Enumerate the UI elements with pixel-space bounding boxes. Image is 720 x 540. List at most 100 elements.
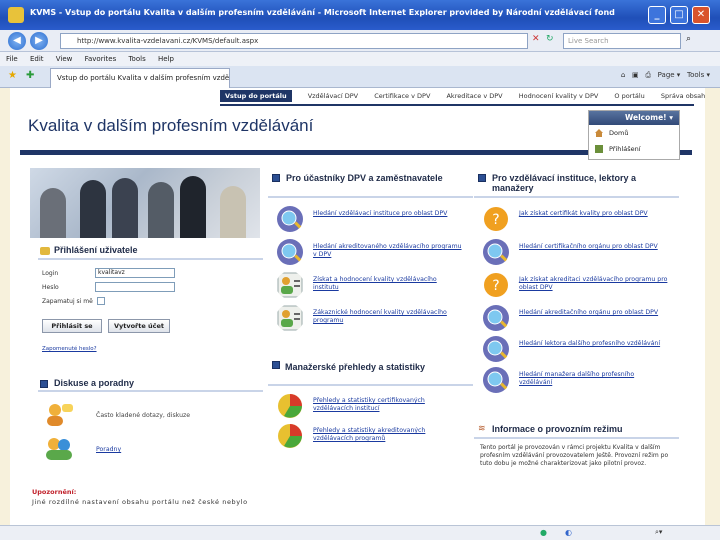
search-program-icon xyxy=(277,239,303,265)
nav-entry[interactable]: Vstup do portálu xyxy=(220,90,292,102)
institutions-heading: Pro vzdělávací instituce, lektory a mana… xyxy=(492,173,637,193)
password-input[interactable] xyxy=(95,282,175,292)
question-icon-1: ? xyxy=(484,207,508,231)
forward-icon[interactable]: ▶ xyxy=(30,32,48,50)
business-handshake-photo xyxy=(30,168,260,238)
institutions-link-4[interactable]: Hledání akreditačního orgánu pro oblast … xyxy=(519,309,669,317)
zone-icon: ◐ xyxy=(565,528,572,537)
pie-chart-icon-2 xyxy=(278,424,302,448)
pie-chart-icon xyxy=(278,394,302,418)
nav-accreditation[interactable]: Akreditace v DPV xyxy=(446,92,502,100)
participants-link-4[interactable]: Zákaznické hodnocení kvality vzdělávacíh… xyxy=(313,309,463,325)
search-lecturer-icon xyxy=(483,336,509,362)
address-bar: ◀ ▶ http://www.kvalita-vzdelavani.cz/KVM… xyxy=(0,30,720,52)
institutions-divider xyxy=(474,196,679,198)
participants-link-3[interactable]: Získat a hodnocení kvality vzdělávacího … xyxy=(313,276,463,292)
customer-rating-icon xyxy=(277,305,303,331)
minimize-button[interactable]: _ xyxy=(648,6,666,24)
status-bar: ● ◐ ⌕▾ xyxy=(0,525,720,540)
favorites-star-icon[interactable]: ★ xyxy=(8,70,17,81)
close-button[interactable]: ✕ xyxy=(692,6,710,24)
discussion-heading: Diskuse a poradny xyxy=(54,378,135,388)
login-divider xyxy=(38,258,263,260)
menu-favorites[interactable]: Favorites xyxy=(85,55,117,63)
login-button[interactable]: Přihlásit se xyxy=(42,319,102,333)
login-icon xyxy=(595,145,603,153)
discussion-divider xyxy=(38,390,263,392)
nav-about[interactable]: O portálu xyxy=(614,92,644,100)
browser-tab[interactable]: Vstup do portálu Kvalita v dalším profes… xyxy=(50,68,230,88)
nav-evaluation[interactable]: Hodnocení kvality v DPV xyxy=(519,92,599,100)
participants-divider xyxy=(268,196,473,198)
tools-menu[interactable]: Tools ▾ xyxy=(687,71,710,79)
window-titlebar: KVMS - Vstup do portálu Kvalita v dalším… xyxy=(0,0,720,30)
managers-link-1[interactable]: Přehledy a statistiky certifikovaných vz… xyxy=(313,397,463,413)
window-title: KVMS - Vstup do portálu Kvalita v dalším… xyxy=(30,8,615,17)
welcome-button[interactable]: Welcome! ▾ xyxy=(589,111,679,125)
feeds-icon[interactable]: ▣ xyxy=(632,71,639,79)
add-favorite-icon[interactable]: ✚ xyxy=(26,70,34,81)
menu-tools[interactable]: Tools xyxy=(128,55,145,63)
institutions-link-3[interactable]: Jak získat akreditaci vzdělávacího progr… xyxy=(519,276,669,292)
info-text: Tento portál je provozován v rámci proje… xyxy=(480,444,669,467)
participants-link-1[interactable]: Hledání vzdělávací instituce pro oblast … xyxy=(313,210,463,218)
house-icon xyxy=(595,129,603,137)
institutions-link-5[interactable]: Hledání lektora dalšího profesního vzděl… xyxy=(519,340,669,348)
zoom-icon[interactable]: ⌕▾ xyxy=(655,528,662,537)
institutions-link-6[interactable]: Hledání manažera dalšího profesního vzdě… xyxy=(519,371,669,387)
page-title: Kvalita v dalším profesním vzdělávání xyxy=(28,116,314,135)
welcome-menu: Welcome! ▾ Domů Přihlášení xyxy=(588,110,680,160)
url-input[interactable]: http://www.kvalita-vzdelavani.cz/KVMS/de… xyxy=(60,33,528,49)
back-icon[interactable]: ◀ xyxy=(8,32,26,50)
managers-link-2[interactable]: Přehledy a statistiky akreditovaných vzd… xyxy=(313,427,463,443)
refresh-icon[interactable]: ✕ xyxy=(532,34,540,44)
notice-label: Upozornění: xyxy=(32,488,77,496)
reload-icon[interactable]: ↻ xyxy=(546,34,554,44)
wifi-icon: ≋ xyxy=(478,424,486,434)
print-icon[interactable]: ⎙ xyxy=(645,71,651,79)
search-cert-body-icon xyxy=(483,239,509,265)
nav-admin[interactable]: Správa obsahu xyxy=(661,92,705,100)
menu-help[interactable]: Help xyxy=(158,55,174,63)
institutions-link-2[interactable]: Hledání certifikačního orgánu pro oblast… xyxy=(519,243,669,251)
question-icon-2: ? xyxy=(484,273,508,297)
remember-checkbox[interactable] xyxy=(97,297,105,305)
welcome-home[interactable]: Domů xyxy=(589,125,679,141)
nav-certification[interactable]: Certifikace v DPV xyxy=(374,92,430,100)
nav-underline xyxy=(220,104,694,106)
svg-text:?: ? xyxy=(492,278,499,294)
search-accred-body-icon xyxy=(483,305,509,331)
advice-link[interactable]: Poradny xyxy=(96,446,121,453)
evaluation-people-icon xyxy=(277,272,303,298)
menu-bar: File Edit View Favorites Tools Help xyxy=(0,52,720,66)
institutions-link-1[interactable]: Jak získat certifikát kvality pro oblast… xyxy=(519,210,669,218)
participants-link-2[interactable]: Hledání akreditovaného vzdělávacího prog… xyxy=(313,243,463,259)
menu-view[interactable]: View xyxy=(56,55,73,63)
faq-people-icon xyxy=(47,404,73,426)
faq-link[interactable]: Často kladené dotazy, diskuze xyxy=(96,412,246,420)
discussion-icon xyxy=(40,380,48,388)
login-heading: Přihlášení uživatele xyxy=(54,245,138,255)
command-bar: ⌂ ▣ ⎙ Page ▾ Tools ▾ xyxy=(621,71,710,80)
page-menu[interactable]: Page ▾ xyxy=(658,71,681,79)
login-label: Login xyxy=(42,270,59,277)
menu-file[interactable]: File xyxy=(6,55,18,63)
notice-text: Jiné rozdílné nastavení obsahu portálu n… xyxy=(32,498,248,506)
search-icon[interactable]: ⌕ xyxy=(686,34,691,44)
home-icon[interactable]: ⌂ xyxy=(621,71,625,79)
participants-heading: Pro účastníky DPV a zaměstnavatele xyxy=(286,173,443,183)
remember-label: Zapamatuj si mě xyxy=(42,298,93,305)
participants-icon xyxy=(272,174,280,182)
key-icon xyxy=(40,247,50,255)
welcome-login[interactable]: Přihlášení xyxy=(589,141,679,157)
forgot-password-link[interactable]: Zapomenuté heslo? xyxy=(42,346,97,352)
create-account-button[interactable]: Vytvořte účet xyxy=(108,319,170,333)
login-input[interactable]: kvalitavz xyxy=(95,268,175,278)
web-page: Vstup do portálu Vzdělávací DPV Certifik… xyxy=(10,88,705,525)
maximize-button[interactable]: □ xyxy=(670,6,688,24)
tab-bar: ★ ✚ Vstup do portálu Kvalita v dalším pr… xyxy=(0,66,720,88)
search-input[interactable]: Live Search xyxy=(563,33,681,49)
nav-education[interactable]: Vzdělávací DPV xyxy=(308,92,358,100)
search-institution-icon xyxy=(277,206,303,232)
menu-edit[interactable]: Edit xyxy=(30,55,44,63)
